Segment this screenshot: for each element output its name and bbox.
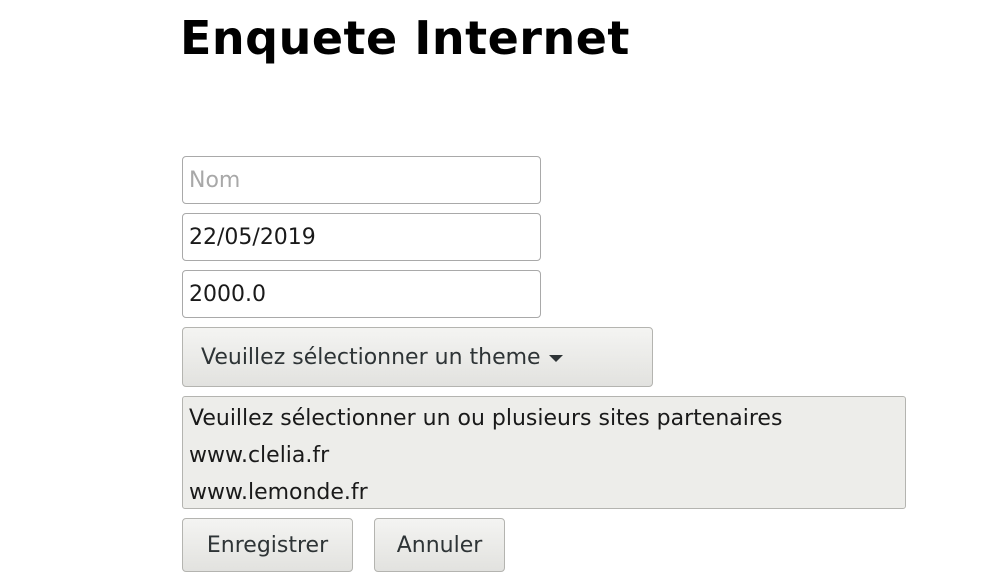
partner-option-clelia[interactable]: www.clelia.fr: [189, 437, 899, 474]
cancel-button[interactable]: Annuler: [374, 518, 505, 572]
save-button[interactable]: Enregistrer: [182, 518, 353, 572]
date-input[interactable]: [182, 213, 541, 261]
chevron-down-icon: [548, 354, 563, 362]
partner-list-header-option[interactable]: Veuillez sélectionner un ou plusieurs si…: [189, 400, 899, 437]
amount-input[interactable]: [182, 270, 541, 318]
partner-sites-list[interactable]: Veuillez sélectionner un ou plusieurs si…: [182, 396, 906, 509]
partner-option-lemonde[interactable]: www.lemonde.fr: [189, 474, 899, 508]
page-title: Enquete Internet: [180, 11, 630, 65]
theme-select[interactable]: Veuillez sélectionner un theme: [182, 327, 653, 387]
name-input[interactable]: [182, 156, 541, 204]
theme-select-label: Veuillez sélectionner un theme: [201, 344, 541, 370]
